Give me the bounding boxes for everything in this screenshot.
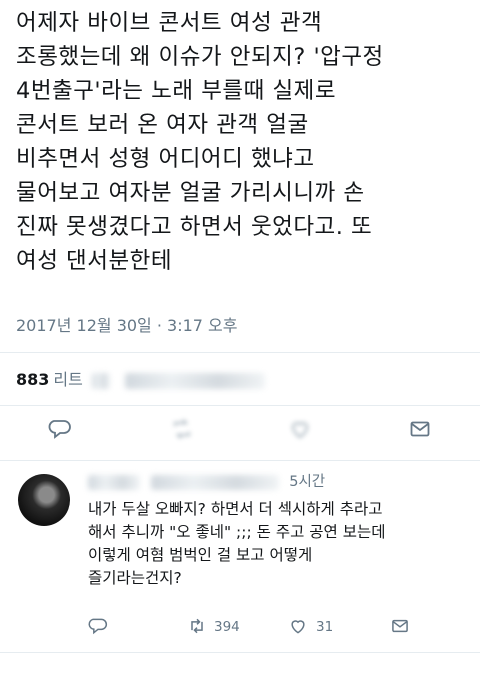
reply-icon[interactable] bbox=[88, 616, 108, 636]
reply-actions: 394 31 bbox=[88, 616, 468, 642]
redacted-username bbox=[88, 474, 140, 490]
retweet-count: 883 bbox=[16, 370, 50, 389]
tweet-text: 어제자 바이브 콘서트 여성 관객 조롱했는데 왜 이슈가 안되지? '압구정 … bbox=[16, 6, 472, 278]
tweet-actions bbox=[0, 417, 480, 447]
redacted-handle bbox=[150, 474, 279, 490]
reply-text-line: 해서 추니까 "오 좋네" ;;; 돈 주고 공연 보는데 bbox=[88, 523, 386, 541]
divider bbox=[0, 405, 480, 406]
redacted-text bbox=[91, 372, 110, 389]
mail-icon[interactable] bbox=[390, 616, 410, 636]
avatar[interactable] bbox=[18, 474, 70, 526]
reply-time: 5시간 bbox=[289, 474, 326, 490]
tweet-timestamp[interactable]: 2017년 12월 30일 · 3:17 오후 bbox=[16, 312, 237, 336]
reply-icon[interactable] bbox=[48, 417, 72, 441]
tweet-text-line: 여성 댄서분한테 bbox=[16, 248, 173, 274]
mail-icon[interactable] bbox=[408, 417, 432, 441]
redacted-text bbox=[125, 372, 266, 389]
tweet-text-line: 조롱했는데 왜 이슈가 안되지? '압구정 bbox=[16, 44, 384, 70]
tweet-text-line: 비추면서 성형 어디어디 했냐고 bbox=[16, 146, 315, 172]
retweet-stats[interactable]: 883 리트 bbox=[16, 366, 266, 390]
retweet-label: 리트 bbox=[53, 370, 83, 389]
reply-text: 내가 두살 오빠지? 하면서 더 섹시하게 추라고 해서 추니까 "오 좋네" … bbox=[88, 498, 468, 590]
heart-icon[interactable] bbox=[288, 616, 308, 636]
divider bbox=[0, 652, 480, 653]
reply-text-line: 즐기라는건지? bbox=[88, 569, 182, 587]
retweet-icon[interactable] bbox=[186, 616, 208, 636]
tweet-text-line: 어제자 바이브 콘서트 여성 관객 bbox=[16, 10, 323, 36]
retweet-count: 394 bbox=[214, 619, 240, 635]
tweet-text-line: 4번출구'라는 노래 부를때 실제로 bbox=[16, 78, 337, 104]
retweet-icon[interactable] bbox=[170, 417, 194, 441]
divider bbox=[0, 460, 480, 461]
tweet-text-line: 진짜 못생겼다고 하면서 웃었다고. 또 bbox=[16, 214, 373, 240]
tweet-text-line: 콘서트 보러 온 여자 관객 얼굴 bbox=[16, 112, 309, 138]
reply-text-line: 이렇게 여혐 범벅인 걸 보고 어떻게 bbox=[88, 546, 313, 564]
reply-tweet[interactable]: 5시간 내가 두살 오빠지? 하면서 더 섹시하게 추라고 해서 추니까 "오 … bbox=[0, 462, 480, 698]
tweet-text-line: 물어보고 여자분 얼굴 가리시니까 손 bbox=[16, 180, 365, 206]
reply-text-line: 내가 두살 오빠지? 하면서 더 섹시하게 추라고 bbox=[88, 500, 383, 518]
divider bbox=[0, 352, 480, 353]
like-count: 31 bbox=[316, 619, 334, 635]
heart-icon[interactable] bbox=[288, 417, 312, 441]
reply-header: 5시간 bbox=[88, 470, 325, 491]
